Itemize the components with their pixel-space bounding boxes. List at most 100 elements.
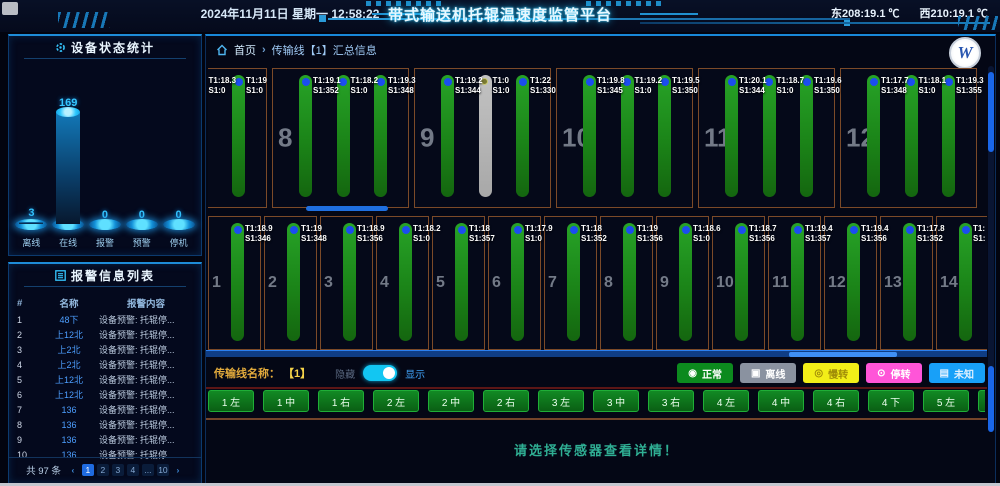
conveyor-section-panel-8[interactable]: 8T1:19S1:356 bbox=[600, 216, 653, 350]
horizontal-scrollbar-track[interactable] bbox=[206, 350, 987, 357]
sensor-button-4中[interactable]: 4 中 bbox=[758, 390, 804, 412]
roller-bar-green bbox=[511, 223, 524, 341]
sensor-bar[interactable]: T1:19S1:348 bbox=[287, 223, 300, 341]
conveyor-section-panel-1[interactable]: 1T1:18.9S1:346 bbox=[208, 216, 261, 350]
sensor-bar[interactable]: T1:18S1:357 bbox=[455, 223, 468, 341]
conveyor-section-panel[interactable]: T1:18.3S1:0T1:19S1:0 bbox=[208, 68, 267, 208]
sensor-button-5左[interactable]: 5 左 bbox=[923, 390, 969, 412]
roller-bar-green bbox=[343, 223, 356, 341]
conveyor-section-panel-9[interactable]: 9T1:19.2S1:344T1:0S1:0T1:22S1:330 bbox=[414, 68, 551, 208]
status-button-慢转[interactable]: ◎慢转 bbox=[803, 363, 859, 383]
vertical-scrollbar-thumb[interactable] bbox=[988, 72, 994, 152]
home-icon[interactable] bbox=[216, 44, 228, 56]
sensor-bar[interactable]: T1:17.7S1:348 bbox=[867, 75, 880, 197]
status-button-未知[interactable]: ▤未知 bbox=[929, 363, 985, 383]
sensor-bar[interactable]: T1:S1: bbox=[959, 223, 972, 341]
sensor-bar[interactable]: T1:18.2S1:0 bbox=[399, 223, 412, 341]
page-button[interactable]: 4 bbox=[127, 464, 139, 476]
page-next-button[interactable]: › bbox=[172, 464, 184, 476]
sensor-button-4下[interactable]: 4 下 bbox=[868, 390, 914, 412]
conveyor-section-panel-6[interactable]: 6T1:17.9S1:0 bbox=[488, 216, 541, 350]
roller-bar-green bbox=[516, 75, 529, 197]
page-button[interactable]: 3 bbox=[112, 464, 124, 476]
speed-value: S1:330 bbox=[530, 86, 556, 96]
horizontal-scrollbar-thumb[interactable] bbox=[789, 352, 897, 357]
sensor-bar[interactable]: T1:18.9S1:346 bbox=[231, 223, 244, 341]
conveyor-section-panel-10[interactable]: 10T1:19.8S1:345T1:19.2S1:0T1:19.5S1:350 bbox=[556, 68, 693, 208]
table-row[interactable]: 7136设备预警: 托辊停... bbox=[9, 402, 201, 417]
sensor-bar[interactable]: T1:19S1:356 bbox=[623, 223, 636, 341]
sensor-button-1中[interactable]: 1 中 bbox=[263, 390, 309, 412]
page-prev-button[interactable]: ‹ bbox=[67, 464, 79, 476]
breadcrumb-home[interactable]: 首页 bbox=[234, 42, 256, 58]
sensor-button-4左[interactable]: 4 左 bbox=[703, 390, 749, 412]
table-row[interactable]: 6上12北设备预警: 托辊停... bbox=[9, 387, 201, 402]
sensor-button-2右[interactable]: 2 右 bbox=[483, 390, 529, 412]
sensor-readings: T1:18.9S1:356 bbox=[357, 224, 385, 244]
sensor-readings: T1:17.8S1:352 bbox=[917, 224, 945, 244]
bars-group: T1:S1: bbox=[959, 223, 972, 341]
sensor-readings: T1:19.2S1:344 bbox=[455, 76, 483, 96]
bars-group: T1:18.3S1:0T1:19S1:0 bbox=[208, 75, 245, 197]
sensor-button-4右[interactable]: 4 右 bbox=[813, 390, 859, 412]
bars-group: T1:18.9S1:346 bbox=[231, 223, 244, 341]
sensor-bar[interactable]: T1:18.6S1:0 bbox=[679, 223, 692, 341]
alarm-index: 4 bbox=[17, 360, 39, 370]
sensor-button-1左[interactable]: 1 左 bbox=[208, 390, 254, 412]
sensor-bar[interactable]: T1:18S1:352 bbox=[567, 223, 580, 341]
speed-value: S1:356 bbox=[749, 234, 777, 244]
table-row[interactable]: 8136设备预警: 托辊停... bbox=[9, 417, 201, 432]
sensor-readings: T1:19.2S1:0 bbox=[635, 76, 663, 96]
table-row[interactable]: 4上2北设备预警: 托辊停... bbox=[9, 357, 201, 372]
sensor-bar[interactable]: T1:17.8S1:352 bbox=[903, 223, 916, 341]
roller-bar-green bbox=[583, 75, 596, 197]
page-button[interactable]: 1 bbox=[82, 464, 94, 476]
sensor-button-partial[interactable] bbox=[978, 390, 985, 412]
sensor-bar[interactable]: T1:18.7S1:356 bbox=[735, 223, 748, 341]
conveyor-section-panel-9[interactable]: 9T1:18.6S1:0 bbox=[656, 216, 709, 350]
temperature-value: T1:18 bbox=[581, 224, 607, 234]
page-button[interactable]: 10 bbox=[157, 464, 169, 476]
sensor-button-3中[interactable]: 3 中 bbox=[593, 390, 639, 412]
table-row[interactable]: 2上12北设备预警: 托辊停... bbox=[9, 327, 201, 342]
sensor-bar[interactable]: T1:19.8S1:345 bbox=[583, 75, 596, 197]
sensor-bar[interactable]: T1:19.4S1:357 bbox=[791, 223, 804, 341]
sensor-bar[interactable]: T1:19.1S1:352 bbox=[299, 75, 312, 197]
speed-value: S1:344 bbox=[455, 86, 483, 96]
sensor-button-3右[interactable]: 3 右 bbox=[648, 390, 694, 412]
display-toggle[interactable] bbox=[363, 365, 397, 381]
sensor-button-2中[interactable]: 2 中 bbox=[428, 390, 474, 412]
conveyor-section-panel-11[interactable]: 11T1:20.1S1:344T1:18.7S1:0T1:19.6S1:350 bbox=[698, 68, 835, 208]
sensor-dot bbox=[850, 226, 858, 234]
vertical-scrollbar-thumb[interactable] bbox=[988, 366, 994, 432]
table-row[interactable]: 5上12北设备预警: 托辊停... bbox=[9, 372, 201, 387]
alarm-name: 上2北 bbox=[39, 343, 99, 356]
sensor-bar[interactable]: T1:18.9S1:356 bbox=[343, 223, 356, 341]
top-row-scrollbar[interactable] bbox=[306, 206, 388, 211]
conveyor-section-panel-12[interactable]: 12T1:17.7S1:348T1:18.1S1:0T1:19.3S1:355 bbox=[840, 68, 977, 208]
sensor-bar[interactable]: T1:17.9S1:0 bbox=[511, 223, 524, 341]
sensor-button-2左[interactable]: 2 左 bbox=[373, 390, 419, 412]
status-button-停转[interactable]: ⊙停转 bbox=[866, 363, 921, 383]
alarm-total-count: 共 97 条 bbox=[26, 463, 61, 477]
sensor-bar[interactable]: T1:19.2S1:344 bbox=[441, 75, 454, 197]
alarm-index: 6 bbox=[17, 390, 39, 400]
sensor-button-1右[interactable]: 1 右 bbox=[318, 390, 364, 412]
sensor-readings: T1:0S1:0 bbox=[493, 76, 510, 96]
page-button[interactable]: ... bbox=[142, 464, 154, 476]
status-button-正常[interactable]: ◉正常 bbox=[677, 363, 733, 383]
sensor-bar[interactable]: T1:22S1:330 bbox=[516, 75, 529, 197]
table-row[interactable]: 9136设备预警: 托辊停... bbox=[9, 432, 201, 447]
conveyor-section-panel-8[interactable]: 8T1:19.1S1:352T1:18.2S1:0T1:19.3S1:348 bbox=[272, 68, 409, 208]
sensor-button-3左[interactable]: 3 左 bbox=[538, 390, 584, 412]
table-row[interactable]: 3上2北设备预警: 托辊停... bbox=[9, 342, 201, 357]
conveyor-section-panel-3[interactable]: 3T1:18.9S1:356 bbox=[320, 216, 373, 350]
page-button[interactable]: 2 bbox=[97, 464, 109, 476]
speed-value: S1: bbox=[973, 234, 985, 244]
table-row[interactable]: 148下设备预警: 托辊停... bbox=[9, 312, 201, 327]
chart-bar-预警: 0预警 bbox=[125, 70, 159, 249]
temperature-value: T1: bbox=[973, 224, 985, 234]
sensor-bar[interactable]: T1:20.1S1:344 bbox=[725, 75, 738, 197]
status-button-离线[interactable]: ▣离线 bbox=[740, 363, 796, 383]
sensor-bar[interactable]: T1:19.4S1:356 bbox=[847, 223, 860, 341]
